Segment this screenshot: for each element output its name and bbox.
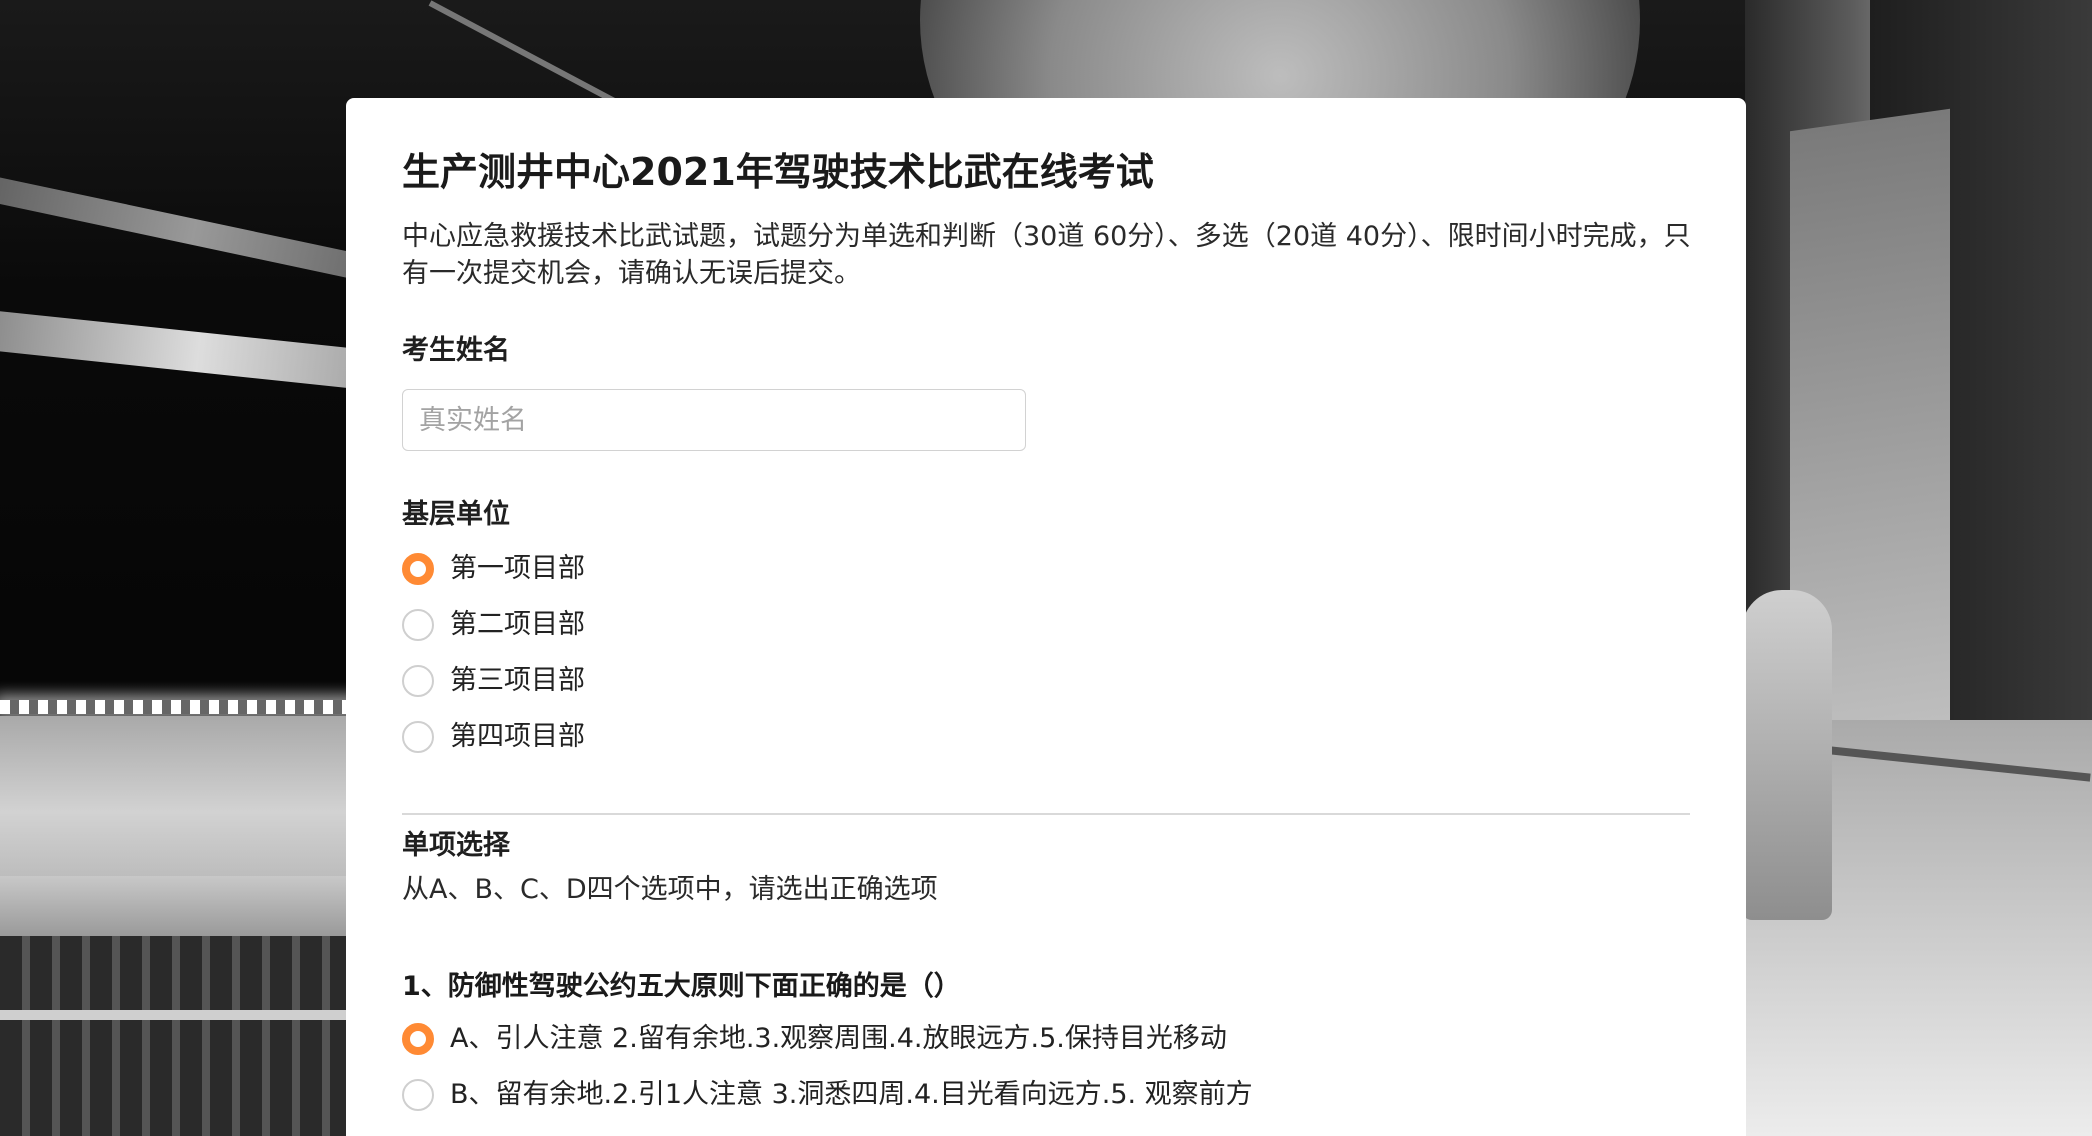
question-option-label: B、留有余地.2.引1人注意 3.洞悉四周.4.目光看向远方.5. 观察前方 [450,1079,1253,1110]
radio-checked-icon[interactable] [402,1023,434,1055]
unit-field-label: 基层单位 [402,499,510,530]
name-input[interactable] [402,389,1026,451]
unit-option-1[interactable]: 第一项目部 [402,549,585,589]
rail [0,1010,360,1020]
radio-unchecked-icon[interactable] [402,1079,434,1111]
unit-option-label: 第二项目部 [450,609,585,640]
radio-unchecked-icon[interactable] [402,665,434,697]
name-field-label: 考生姓名 [402,335,510,366]
unit-option-label: 第三项目部 [450,665,585,696]
unit-option-label: 第四项目部 [450,721,585,752]
form-title: 生产测井中心2021年驾驶技术比武在线考试 [402,150,1154,194]
person-silhouette [1742,590,1832,920]
section-description: 从A、B、C、D四个选项中，请选出正确选项 [402,874,938,905]
unit-option-label: 第一项目部 [450,553,585,584]
section-divider [402,813,1690,815]
question-1-option-a[interactable]: A、引人注意 2.留有余地.3.观察周围.4.放眼远方.5.保持目光移动 [402,1019,1227,1059]
form-description: 中心应急救援技术比武试题，试题分为单选和判断（30道 60分）、多选（20道 4… [402,221,1691,289]
radio-unchecked-icon[interactable] [402,721,434,753]
section-title: 单项选择 [402,830,510,861]
unit-option-4[interactable]: 第四项目部 [402,717,585,757]
question-option-label: A、引人注意 2.留有余地.3.观察周围.4.放眼远方.5.保持目光移动 [450,1023,1227,1054]
platform-wall [0,716,360,876]
unit-option-3[interactable]: 第三项目部 [402,661,585,701]
platform-lights [0,700,360,714]
unit-option-2[interactable]: 第二项目部 [402,605,585,645]
platform-edge [0,876,360,936]
question-1-option-b[interactable]: B、留有余地.2.引1人注意 3.洞悉四周.4.目光看向远方.5. 观察前方 [402,1075,1253,1115]
radio-unchecked-icon[interactable] [402,609,434,641]
rail-track [0,936,360,1136]
radio-checked-icon[interactable] [402,553,434,585]
question-1-text: 1、防御性驾驶公约五大原则下面正确的是（） [402,971,961,1002]
exam-form-card: 生产测井中心2021年驾驶技术比武在线考试 中心应急救援技术比武试题，试题分为单… [346,98,1746,1136]
